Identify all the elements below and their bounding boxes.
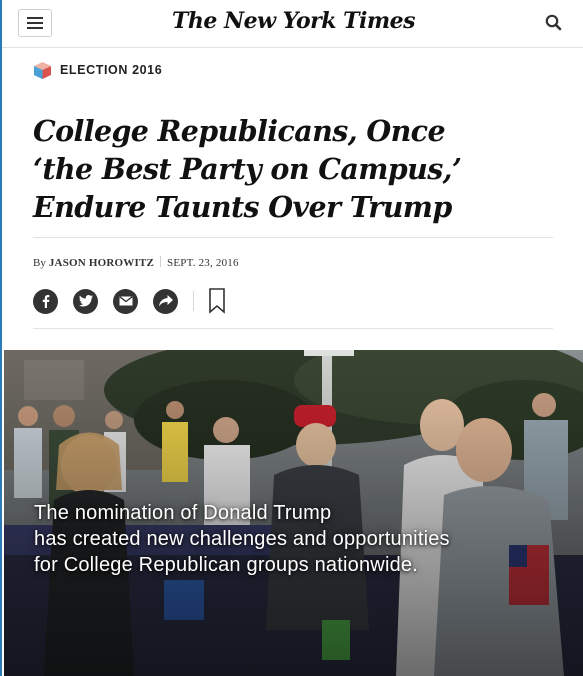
section-label-text: ELECTION 2016 (60, 63, 163, 77)
publish-date: SEPT. 23, 2016 (167, 257, 239, 269)
facebook-share-button[interactable] (33, 288, 58, 314)
bookmark-icon (209, 288, 225, 314)
ballot-box-icon (34, 61, 51, 79)
masthead: The New York Times (2, 0, 583, 48)
headline-line: Endure Taunts Over Trump (33, 190, 452, 224)
article-headline: College Republicans, Once ‘the Best Part… (33, 112, 553, 226)
divider (33, 237, 553, 238)
caption-line: for College Republican groups nationwide… (34, 554, 418, 576)
twitter-icon (78, 295, 93, 307)
hero-caption: The nomination of Donald Trump has creat… (34, 500, 554, 578)
section-label[interactable]: ELECTION 2016 (33, 60, 162, 80)
caption-line: has created new challenges and opportuni… (34, 528, 450, 550)
search-button[interactable] (543, 12, 565, 34)
headline-line: ‘the Best Party on Campus,’ (33, 152, 462, 186)
divider (33, 328, 553, 329)
page-frame: The New York Times ELECTION 2016 College… (0, 0, 583, 676)
caption-line: The nomination of Donald Trump (34, 502, 332, 524)
save-article-button[interactable] (208, 288, 226, 314)
byline-separator (160, 256, 162, 267)
search-icon (545, 14, 562, 31)
author-link[interactable]: JASON HOROWITZ (49, 257, 154, 269)
facebook-icon (42, 295, 49, 308)
byline-prefix: By (33, 257, 46, 269)
share-tools (33, 288, 226, 314)
share-divider (193, 291, 194, 311)
hero-image[interactable]: The nomination of Donald Trump has creat… (4, 350, 583, 676)
headline-line: College Republicans, Once (33, 114, 446, 148)
email-icon (118, 296, 133, 306)
nyt-logo[interactable]: The New York Times (2, 8, 583, 34)
twitter-share-button[interactable] (73, 288, 98, 314)
email-share-button[interactable] (113, 288, 138, 314)
more-share-button[interactable] (153, 288, 178, 314)
byline: By JASON HOROWITZ SEPT. 23, 2016 (33, 256, 239, 269)
share-arrow-icon (158, 295, 173, 307)
